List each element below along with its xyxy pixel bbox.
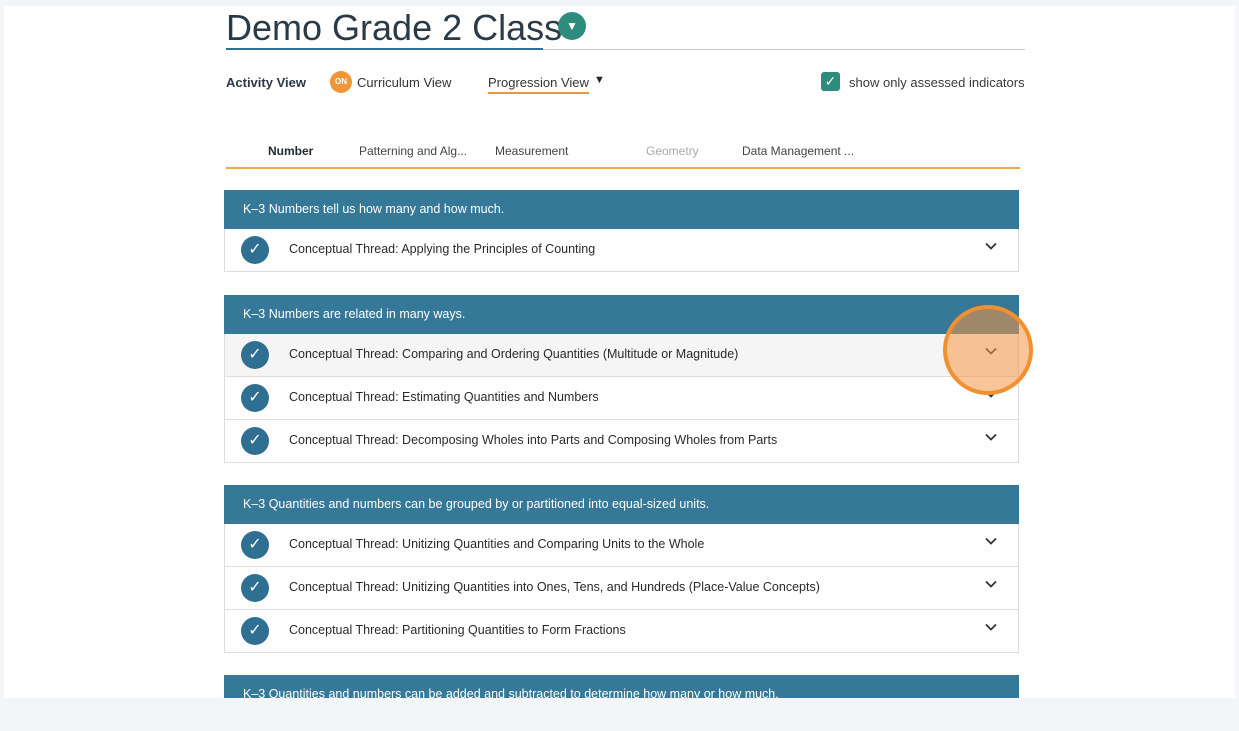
chevron-down-icon[interactable] xyxy=(984,620,998,634)
progression-view-dropdown[interactable]: Progression View xyxy=(488,75,589,94)
chevron-down-icon[interactable] xyxy=(984,430,998,444)
check-circle-icon: ✓ xyxy=(241,384,269,412)
app-frame: Demo Grade 2 Class ▼ Activity View ON Cu… xyxy=(4,6,1235,698)
check-circle-icon: ✓ xyxy=(241,427,269,455)
big-idea-section: K–3 Numbers tell us how many and how muc… xyxy=(224,190,1019,272)
title-rule xyxy=(543,49,1025,50)
check-circle-icon: ✓ xyxy=(241,531,269,559)
thread-label: Conceptual Thread: Estimating Quantities… xyxy=(289,390,599,404)
assessed-only-label[interactable]: show only assessed indicators xyxy=(849,75,1025,90)
tab-data-management[interactable]: Data Management ... xyxy=(742,144,854,158)
check-circle-icon: ✓ xyxy=(241,236,269,264)
thread-label: Conceptual Thread: Partitioning Quantiti… xyxy=(289,623,626,637)
thread-label: Conceptual Thread: Unitizing Quantities … xyxy=(289,580,820,594)
thread-label: Conceptual Thread: Unitizing Quantities … xyxy=(289,537,705,551)
thread-label: Conceptual Thread: Applying the Principl… xyxy=(289,242,596,256)
chevron-down-icon[interactable] xyxy=(984,239,998,253)
tab-measurement[interactable]: Measurement xyxy=(495,144,568,158)
big-idea-section: K–3 Quantities and numbers can be added … xyxy=(224,675,1019,698)
section-heading: K–3 Quantities and numbers can be added … xyxy=(224,675,1019,698)
tab-number[interactable]: Number xyxy=(268,144,313,158)
progression-view-arrow-icon[interactable]: ▼ xyxy=(594,74,605,86)
check-circle-icon: ✓ xyxy=(241,341,269,369)
thread-row[interactable]: ✓ Conceptual Thread: Partitioning Quanti… xyxy=(224,610,1019,653)
click-highlight xyxy=(943,305,1033,395)
thread-row[interactable]: ✓ Conceptual Thread: Applying the Princi… xyxy=(224,229,1019,272)
view-toggle[interactable]: ON xyxy=(330,71,352,93)
thread-row[interactable]: ✓ Conceptual Thread: Unitizing Quantitie… xyxy=(224,567,1019,610)
big-idea-section: K–3 Numbers are related in many ways. ✓ … xyxy=(224,295,1019,463)
tab-geometry[interactable]: Geometry xyxy=(646,144,699,158)
tab-patterning[interactable]: Patterning and Alg... xyxy=(359,144,467,158)
view-bar: Activity View ON Curriculum View Progres… xyxy=(226,71,1026,95)
check-circle-icon: ✓ xyxy=(241,574,269,602)
title-underline xyxy=(226,48,543,50)
section-heading: K–3 Quantities and numbers can be groupe… xyxy=(224,485,1019,524)
class-title-row: Demo Grade 2 Class ▼ xyxy=(226,8,1026,52)
thread-row[interactable]: ✓ Conceptual Thread: Decomposing Wholes … xyxy=(224,420,1019,463)
chevron-down-icon[interactable] xyxy=(984,577,998,591)
big-idea-section: K–3 Quantities and numbers can be groupe… xyxy=(224,485,1019,653)
activity-view-link[interactable]: Activity View xyxy=(226,75,306,90)
check-circle-icon: ✓ xyxy=(241,617,269,645)
section-heading: K–3 Numbers are related in many ways. xyxy=(224,295,1019,334)
section-heading: K–3 Numbers tell us how many and how muc… xyxy=(224,190,1019,229)
chevron-down-icon[interactable] xyxy=(984,534,998,548)
strand-tabs: Number Patterning and Alg... Measurement… xyxy=(226,140,1020,169)
thread-row[interactable]: ✓ Conceptual Thread: Estimating Quantiti… xyxy=(224,377,1019,420)
class-title: Demo Grade 2 Class xyxy=(226,7,563,48)
thread-label: Conceptual Thread: Decomposing Wholes in… xyxy=(289,433,778,447)
thread-label: Conceptual Thread: Comparing and Orderin… xyxy=(289,347,739,361)
assessed-only-checkbox[interactable]: ✓ xyxy=(821,72,840,91)
thread-row[interactable]: ✓ Conceptual Thread: Unitizing Quantitie… xyxy=(224,524,1019,567)
class-dropdown-button[interactable]: ▼ xyxy=(558,12,586,40)
thread-row[interactable]: ✓ Conceptual Thread: Comparing and Order… xyxy=(224,334,1019,377)
curriculum-view-link[interactable]: Curriculum View xyxy=(357,75,451,90)
